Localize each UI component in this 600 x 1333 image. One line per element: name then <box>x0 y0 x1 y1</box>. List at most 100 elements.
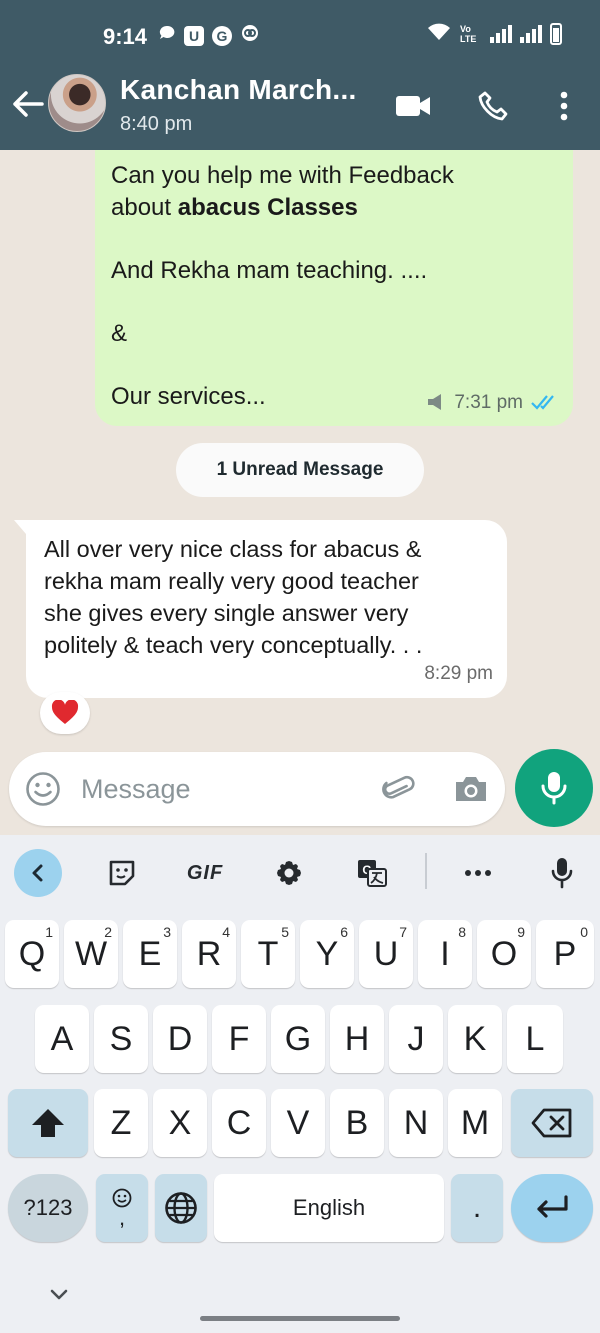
key-label: I <box>440 934 450 973</box>
key-j[interactable]: J <box>389 1005 443 1073</box>
key-w[interactable]: W2 <box>64 920 118 988</box>
key-h[interactable]: H <box>330 1005 384 1073</box>
key-label: O <box>490 934 518 973</box>
backspace-icon <box>531 1108 572 1138</box>
contact-avatar[interactable] <box>48 74 106 132</box>
toolbar-collapse-button[interactable] <box>14 849 62 897</box>
enter-arrow-icon <box>537 1195 568 1218</box>
message-line <box>111 349 557 381</box>
home-gesture-bar[interactable] <box>200 1316 400 1321</box>
key-b[interactable]: B <box>330 1089 384 1157</box>
chat-area[interactable]: Can you help me with Feedback about abac… <box>0 150 600 835</box>
message-line: rekha mam really very good teacher <box>44 568 419 594</box>
backspace-key[interactable] <box>511 1089 593 1157</box>
key-n[interactable]: N <box>389 1089 443 1157</box>
key-x[interactable]: X <box>153 1089 207 1157</box>
key-l[interactable]: L <box>507 1005 563 1073</box>
key-q[interactable]: Q1 <box>5 920 59 988</box>
voice-message-button[interactable] <box>515 749 593 827</box>
language-key[interactable] <box>155 1174 207 1242</box>
chevron-left-icon <box>32 864 43 882</box>
status-time: 9:14 <box>103 24 148 49</box>
u-badge-icon: U <box>184 25 204 46</box>
attach-button[interactable] <box>377 769 417 809</box>
video-call-button[interactable] <box>393 86 433 126</box>
more-tools-button[interactable] <box>454 849 502 897</box>
key-t[interactable]: T5 <box>241 920 295 988</box>
translate-button[interactable]: G <box>348 849 396 897</box>
microphone-icon <box>551 858 573 889</box>
back-button[interactable] <box>10 86 46 122</box>
message-bold-text: abacus Classes <box>177 193 358 221</box>
keyboard-toolbar: GIF G <box>0 835 600 911</box>
key-label: Y <box>315 934 339 973</box>
key-s[interactable]: S <box>94 1005 148 1073</box>
reaction-badge[interactable] <box>40 692 90 734</box>
key-hint: 9 <box>517 924 525 940</box>
microphone-icon <box>541 772 567 805</box>
hide-keyboard-button[interactable] <box>46 1285 72 1305</box>
key-g[interactable]: G <box>271 1005 325 1073</box>
incoming-message[interactable]: All over very nice class for abacus & re… <box>14 520 507 698</box>
key-p[interactable]: P0 <box>536 920 594 988</box>
key-hint: 1 <box>45 924 53 940</box>
key-u[interactable]: U7 <box>359 920 413 988</box>
key-r[interactable]: R4 <box>182 920 236 988</box>
top-bar: 9:14 U G Vo LTE Kanchan March... 8:40 pm <box>0 0 600 150</box>
settings-button[interactable] <box>265 849 313 897</box>
key-hint: 3 <box>163 924 171 940</box>
phone-icon <box>478 91 508 121</box>
battery-icon <box>550 22 562 45</box>
more-horizontal-icon <box>465 870 491 876</box>
key-d[interactable]: D <box>153 1005 207 1073</box>
camera-icon <box>456 777 486 801</box>
more-options-button[interactable] <box>544 86 584 126</box>
emoji-button[interactable] <box>23 769 63 809</box>
message-input[interactable] <box>81 764 361 814</box>
gif-button[interactable]: GIF <box>181 849 229 897</box>
outgoing-message[interactable]: Can you help me with Feedback about abac… <box>95 150 573 426</box>
double-check-icon <box>531 395 554 410</box>
contact-last-seen: 8:40 pm <box>120 113 193 135</box>
key-hint: 7 <box>399 924 407 940</box>
heart-icon <box>51 700 79 724</box>
gear-icon <box>277 861 301 885</box>
key-c[interactable]: C <box>212 1089 266 1157</box>
key-o[interactable]: O9 <box>477 920 531 988</box>
key-k[interactable]: K <box>448 1005 502 1073</box>
g-badge-icon: G <box>212 25 232 46</box>
smiley-icon <box>26 772 60 806</box>
key-i[interactable]: I8 <box>418 920 472 988</box>
keyboard: GIF G Q1 W2 E3 R4 T5 Y6 U7 I8 O9 P0 A S … <box>0 835 600 1333</box>
message-composer <box>9 752 505 826</box>
key-f[interactable]: F <box>212 1005 266 1073</box>
message-text: about <box>111 193 178 221</box>
key-label: , <box>118 1205 126 1230</box>
camera-button[interactable] <box>451 769 491 809</box>
shift-key[interactable] <box>8 1089 88 1157</box>
period-key[interactable]: . <box>451 1174 503 1242</box>
space-key[interactable]: English <box>214 1174 444 1242</box>
key-m[interactable]: M <box>448 1089 502 1157</box>
key-v[interactable]: V <box>271 1089 325 1157</box>
key-hint: 4 <box>222 924 230 940</box>
sticker-button[interactable] <box>98 849 146 897</box>
shift-arrow-icon <box>32 1109 64 1137</box>
voice-typing-button[interactable] <box>538 849 586 897</box>
symbols-key[interactable]: ?123 <box>8 1174 88 1242</box>
sticker-icon <box>109 860 135 886</box>
contact-name[interactable]: Kanchan March... <box>120 74 357 106</box>
signal-2-icon <box>520 24 542 43</box>
emoji-comma-key[interactable]: , <box>96 1174 148 1242</box>
unread-messages-divider: 1 Unread Message <box>176 443 424 497</box>
key-a[interactable]: A <box>35 1005 89 1073</box>
message-line <box>111 286 557 318</box>
voice-call-button[interactable] <box>473 86 513 126</box>
key-hint: 0 <box>580 924 588 940</box>
message-line <box>111 223 557 255</box>
key-z[interactable]: Z <box>94 1089 148 1157</box>
enter-key[interactable] <box>511 1174 593 1242</box>
key-e[interactable]: E3 <box>123 920 177 988</box>
key-hint: 2 <box>104 924 112 940</box>
key-y[interactable]: Y6 <box>300 920 354 988</box>
